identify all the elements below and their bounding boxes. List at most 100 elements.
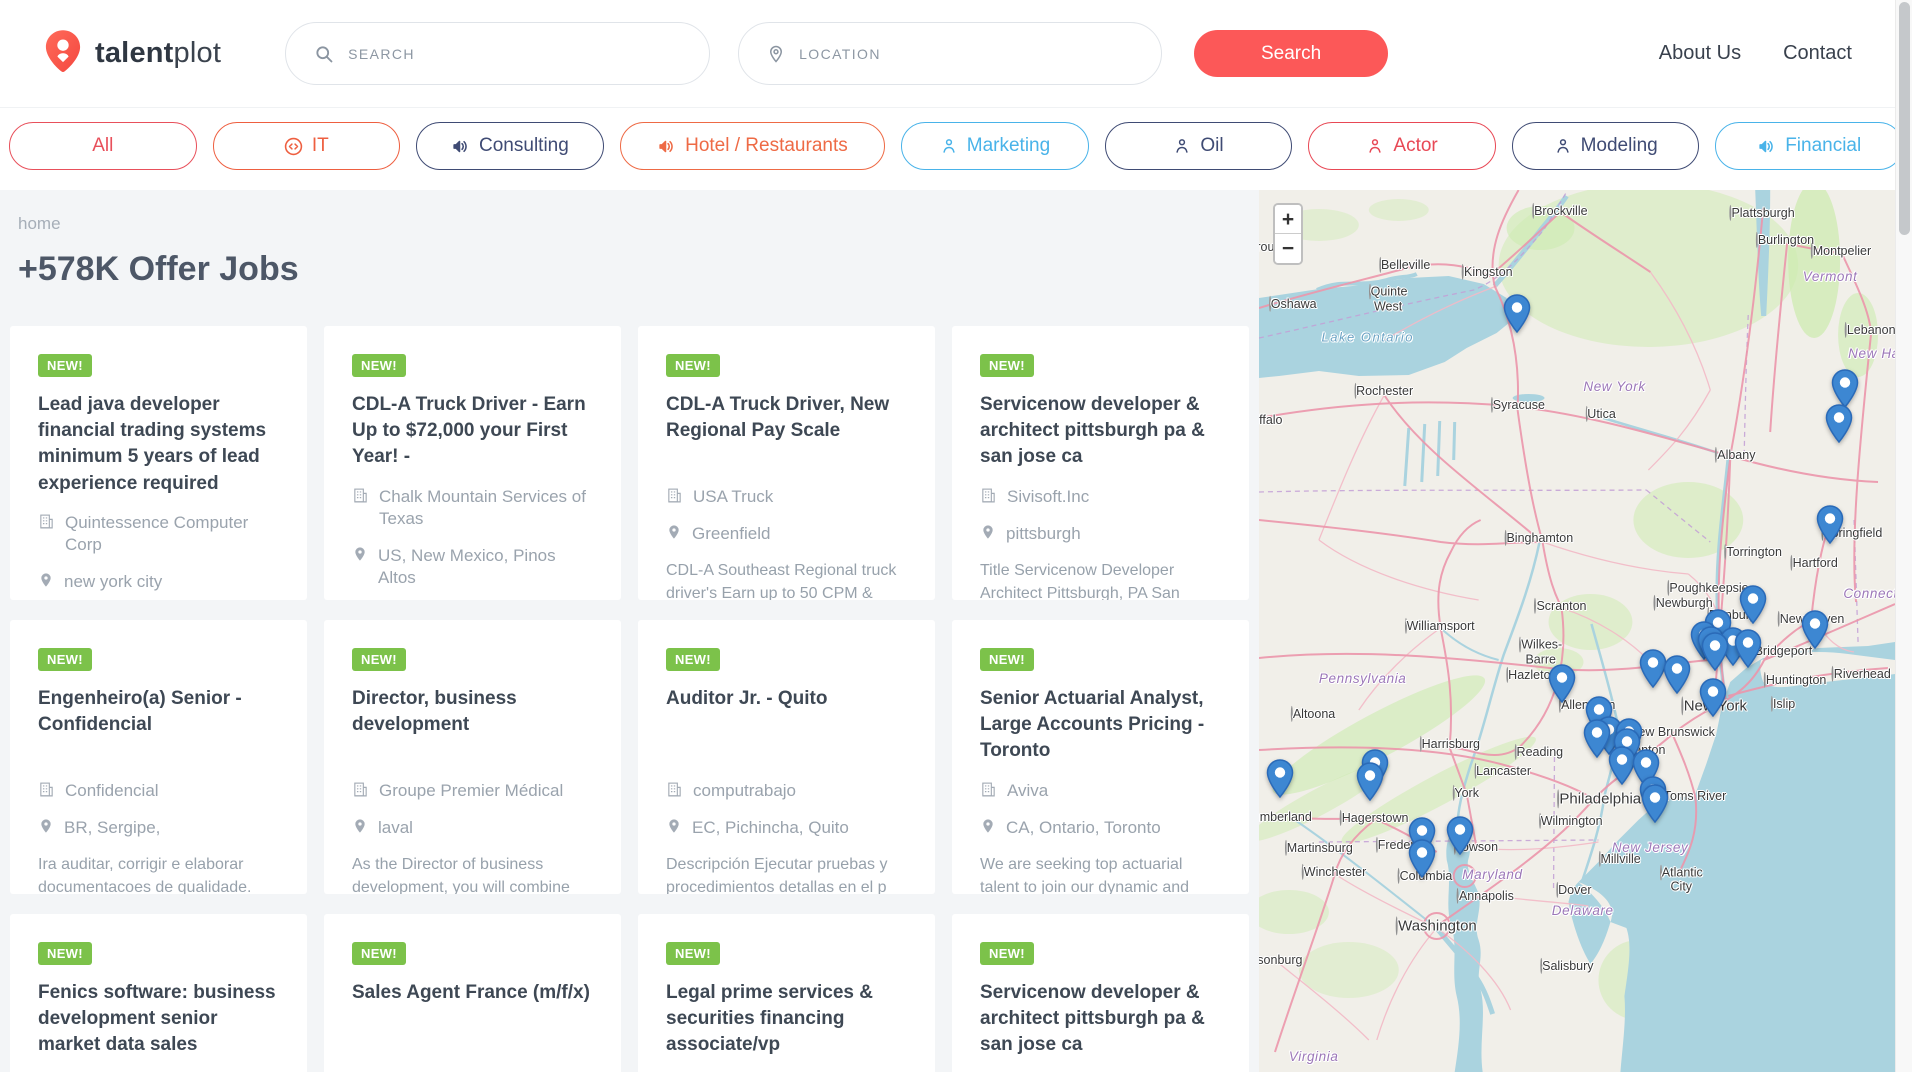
map-marker-icon[interactable] — [1664, 655, 1691, 699]
search-field[interactable] — [285, 22, 710, 85]
job-card[interactable]: NEW! CDL-A Truck Driver - Earn Up to $72… — [324, 326, 621, 600]
map-marker-icon[interactable] — [1409, 839, 1436, 883]
job-company-row: Groupe Premier Médical — [352, 780, 593, 802]
job-title: Auditor Jr. - Quito — [666, 686, 907, 765]
job-cards-grid: NEW! Lead java developer financial tradi… — [10, 326, 1249, 1072]
filter-pill-modeling[interactable]: Modeling — [1512, 122, 1700, 170]
job-card[interactable]: NEW! CDL-A Truck Driver, New Regional Pa… — [638, 326, 935, 600]
map-marker-icon[interactable] — [1608, 746, 1635, 790]
map-pin-icon — [38, 572, 54, 588]
nav-contact[interactable]: Contact — [1783, 42, 1852, 65]
new-badge: NEW! — [38, 648, 92, 671]
new-badge: NEW! — [666, 942, 720, 965]
job-location-row: laval — [352, 817, 593, 839]
location-field[interactable] — [738, 22, 1162, 85]
job-location-row: pittsburgh — [980, 523, 1221, 545]
job-card[interactable]: NEW! Lead java developer financial tradi… — [10, 326, 307, 600]
map-marker-icon[interactable] — [1641, 784, 1668, 828]
job-location: new york city — [64, 571, 162, 593]
zoom-out-button[interactable]: − — [1275, 234, 1301, 263]
location-input[interactable] — [799, 46, 1133, 62]
map-pin-icon — [666, 818, 682, 834]
job-company: Sivisoft.Inc — [1007, 486, 1089, 508]
map-marker-icon[interactable] — [1640, 649, 1667, 693]
filter-pill-consulting[interactable]: Consulting — [416, 122, 604, 170]
megaphone-icon — [1757, 137, 1776, 156]
job-location: BR, Sergipe, — [64, 817, 160, 839]
new-badge: NEW! — [38, 354, 92, 377]
job-company-row: USA Truck — [666, 486, 907, 508]
map-marker-icon[interactable] — [1548, 664, 1575, 708]
scrollbar[interactable] — [1895, 0, 1912, 1072]
top-nav: About Us Contact — [1659, 42, 1852, 65]
job-card[interactable]: NEW! Servicenow developer & architect pi… — [952, 914, 1249, 1072]
search-input[interactable] — [348, 46, 681, 62]
job-card[interactable]: NEW! Fenics software: business developme… — [10, 914, 307, 1072]
job-card[interactable]: NEW! Legal prime services & securities f… — [638, 914, 935, 1072]
person-icon — [940, 137, 958, 155]
job-card[interactable]: NEW! Auditor Jr. - Quito computrabajo EC… — [638, 620, 935, 894]
job-title: Servicenow developer & architect pittsbu… — [980, 980, 1221, 1059]
person-icon — [1366, 137, 1384, 155]
filter-pill-it[interactable]: IT — [213, 122, 401, 170]
job-card[interactable]: NEW! Senior Actuarial Analyst, Large Acc… — [952, 620, 1249, 894]
category-filterbar: All IT Consulting Hotel / Restaurants Ma… — [0, 107, 1912, 190]
job-description: As the Director of business development,… — [352, 853, 593, 894]
building-icon — [666, 781, 683, 798]
page-title: +578K Offer Jobs — [10, 250, 1249, 289]
map-marker-icon[interactable] — [1266, 759, 1293, 803]
map-marker-icon[interactable] — [1700, 678, 1727, 722]
filter-pill-financial[interactable]: Financial — [1715, 122, 1903, 170]
new-badge: NEW! — [666, 648, 720, 671]
map-marker-icon[interactable] — [1740, 585, 1767, 629]
nav-about-us[interactable]: About Us — [1659, 42, 1741, 65]
job-location: EC, Pichincha, Quito — [692, 817, 849, 839]
job-title: Sales Agent France (m/f/x) — [352, 980, 593, 1059]
job-description: We are seeking top actuarial talent to j… — [980, 853, 1221, 894]
filter-pill-oil[interactable]: Oil — [1105, 122, 1293, 170]
search-button[interactable]: Search — [1194, 30, 1388, 77]
job-card[interactable]: NEW! Sales Agent France (m/f/x) Movinga … — [324, 914, 621, 1072]
talentplot-page: talentplot Search About Us Contact All I… — [0, 0, 1912, 1072]
breadcrumb[interactable]: home — [10, 214, 1249, 234]
logo[interactable]: talentplot — [45, 29, 221, 78]
filter-pill-all[interactable]: All — [9, 122, 197, 170]
search-icon — [314, 44, 334, 64]
job-card[interactable]: NEW! Servicenow developer & architect pi… — [952, 326, 1249, 600]
map-marker-icon[interactable] — [1584, 719, 1611, 763]
job-location: laval — [378, 817, 413, 839]
job-title: Servicenow developer & architect pittsbu… — [980, 392, 1221, 471]
job-card[interactable]: NEW! Director, business development Grou… — [324, 620, 621, 894]
location-pin-icon — [767, 45, 785, 63]
job-location-row: US, New Mexico, Pinos Altos — [352, 545, 593, 589]
map-marker-icon[interactable] — [1503, 294, 1530, 338]
job-company: Groupe Premier Médical — [379, 780, 563, 802]
filter-pill-marketing[interactable]: Marketing — [901, 122, 1089, 170]
filter-pill-label: Financial — [1785, 135, 1861, 157]
map[interactable]: Brockville Peterborough Belleville Kings… — [1259, 190, 1895, 1072]
job-company: USA Truck — [693, 486, 773, 508]
map-marker-icon[interactable] — [1735, 629, 1762, 673]
job-description: Title Servicenow Developer Architect Pit… — [980, 559, 1221, 600]
job-card[interactable]: NEW! Engenheiro(a) Senior - Confidencial… — [10, 620, 307, 894]
job-location-row: BR, Sergipe, — [38, 817, 279, 839]
map-marker-icon[interactable] — [1817, 505, 1844, 549]
map-marker-icon[interactable] — [1356, 762, 1383, 806]
map-marker-icon[interactable] — [1826, 404, 1853, 448]
new-badge: NEW! — [980, 648, 1034, 671]
jobs-column: home +578K Offer Jobs NEW! Lead java dev… — [0, 190, 1259, 1072]
filter-pill-actor[interactable]: Actor — [1308, 122, 1496, 170]
zoom-in-button[interactable]: + — [1275, 205, 1301, 234]
map-marker-icon[interactable] — [1702, 632, 1729, 676]
job-location: Greenfield — [692, 523, 770, 545]
building-icon — [980, 487, 997, 504]
new-badge: NEW! — [980, 354, 1034, 377]
job-description: CDL-A Southeast Regional truck driver's … — [666, 559, 907, 600]
map-marker-icon[interactable] — [1446, 816, 1473, 860]
scrollbar-thumb[interactable] — [1899, 2, 1910, 235]
job-title: Fenics software: business development se… — [38, 980, 279, 1059]
filter-pill-label: Actor — [1393, 135, 1437, 157]
map-marker-icon[interactable] — [1801, 610, 1828, 654]
filter-pill-hotel-restaurants[interactable]: Hotel / Restaurants — [620, 122, 886, 170]
filter-pill-label: IT — [312, 135, 329, 157]
